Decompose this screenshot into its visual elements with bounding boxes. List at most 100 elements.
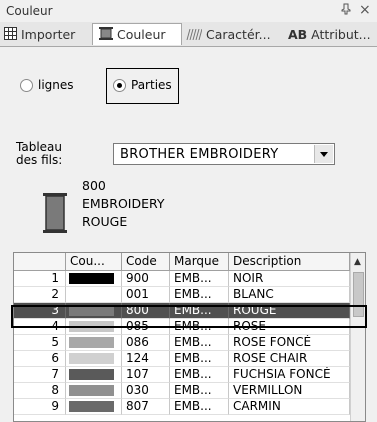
cell-color [66, 399, 122, 415]
panel-title: Couleur [6, 4, 53, 18]
thread-color-table[interactable]: Cou... Code Marque Description 1 900 EMB..… [13, 252, 366, 422]
cell-color [66, 319, 122, 335]
tab-couleur[interactable]: Couleur [92, 23, 182, 45]
table-row[interactable]: 2 001 EMB... BLANC [14, 287, 350, 303]
cell-index: 7 [14, 367, 66, 383]
table-row[interactable]: 4 085 EMB... ROSE [14, 319, 350, 335]
cell-code: 107 [122, 367, 170, 383]
cell-color [66, 367, 122, 383]
tab-caracteres[interactable]: Caractér... [186, 24, 280, 45]
table-row[interactable]: 9 807 EMB... CARMIN [14, 399, 350, 415]
tab-strip: Importer Couleur Caractér... AB Attribut… [0, 22, 377, 47]
pin-icon[interactable] [341, 3, 351, 18]
radio-lignes-dot[interactable] [20, 79, 33, 92]
cell-brand: EMB... [170, 287, 229, 303]
table-row[interactable]: 5 086 EMB... ROSE FONCÉ [14, 335, 350, 351]
radio-parties-dot[interactable] [113, 79, 126, 92]
cell-brand: EMB... [170, 399, 229, 415]
current-thread-name: ROUGE [82, 214, 128, 229]
current-thread-brand: EMBROIDERY [82, 196, 165, 211]
column-header-brand[interactable]: Marque [170, 253, 229, 271]
table-row[interactable]: 7 107 EMB... FUCHSIA FONCÉ [14, 367, 350, 383]
cell-brand: EMB... [170, 319, 229, 335]
cell-brand: EMB... [170, 383, 229, 399]
cell-description: BLANC [229, 287, 350, 303]
cell-index: 8 [14, 383, 66, 399]
cell-brand: EMB... [170, 271, 229, 287]
cell-brand: EMB... [170, 367, 229, 383]
cell-index: 9 [14, 399, 66, 415]
cell-description: CARMIN [229, 399, 350, 415]
cell-code: 807 [122, 399, 170, 415]
cell-color [66, 303, 122, 319]
close-icon[interactable]: × [359, 2, 371, 18]
cell-description: ROSE [229, 319, 350, 335]
cell-code: 800 [122, 303, 170, 319]
column-header-index[interactable] [14, 253, 66, 271]
color-swatch [69, 385, 114, 396]
cell-brand: EMB... [170, 335, 229, 351]
cell-color [66, 335, 122, 351]
cell-color [66, 383, 122, 399]
cell-description: FUCHSIA FONCÉ [229, 367, 350, 383]
cell-code: 085 [122, 319, 170, 335]
cell-color [66, 271, 122, 287]
radio-parties-label: Parties [131, 78, 172, 92]
chevron-up-icon[interactable]: ▲ [354, 257, 361, 267]
cell-index: 5 [14, 335, 66, 351]
cell-index: 4 [14, 319, 66, 335]
thread-table-label: Tableau des fils: [16, 140, 63, 167]
cell-brand: EMB... [170, 303, 229, 319]
pattern-icon [186, 25, 203, 45]
cell-color [66, 287, 122, 303]
cell-color [66, 351, 122, 367]
display-mode-radio-group: lignes Parties [13, 68, 179, 104]
cell-description: VERMILLON [229, 383, 350, 399]
tab-caracteres-label: Caractér... [206, 27, 271, 42]
panel-titlebar: Couleur × [0, 0, 377, 22]
cell-description: ROSE CHAIR [229, 351, 350, 367]
cell-description: ROSE FONCÉ [229, 335, 350, 351]
text-ab-icon: AB [288, 27, 308, 42]
cell-index: 3 [14, 303, 66, 319]
cell-code: 001 [122, 287, 170, 303]
column-header-color[interactable]: Cou... [66, 253, 122, 271]
tab-importer-label: Importer [21, 27, 76, 42]
color-swatch [69, 321, 114, 332]
radio-lignes-label: lignes [38, 78, 74, 92]
cell-code: 124 [122, 351, 170, 367]
chevron-down-icon[interactable] [314, 145, 333, 163]
color-swatch [69, 353, 114, 364]
cell-description: NOIR [229, 271, 350, 287]
tab-couleur-label: Couleur [117, 27, 166, 42]
cell-index: 6 [14, 351, 66, 367]
current-thread-number: 800 [82, 178, 106, 193]
tab-attributs-label: Attribut... [307, 27, 371, 42]
thread-table-value: BROTHER EMBROIDERY [120, 147, 279, 162]
color-swatch [69, 369, 114, 380]
cell-brand: EMB... [170, 351, 229, 367]
tab-importer[interactable]: Importer [4, 24, 88, 45]
thread-spool-icon [99, 25, 113, 45]
table-row[interactable]: 1 900 EMB... NOIR [14, 271, 350, 287]
color-swatch [69, 337, 114, 348]
cell-code: 030 [122, 383, 170, 399]
vertical-scrollbar[interactable]: ▲ [350, 253, 365, 421]
tab-attributs[interactable]: AB Attribut... [288, 24, 377, 45]
table-row[interactable]: 6 124 EMB... ROSE CHAIR [14, 351, 350, 367]
cell-index: 1 [14, 271, 66, 287]
scrollbar-thumb[interactable] [353, 272, 364, 317]
cell-code: 086 [122, 335, 170, 351]
thread-spool-icon [38, 193, 72, 233]
thread-table-select[interactable]: BROTHER EMBROIDERY [113, 143, 335, 165]
column-header-code[interactable]: Code [122, 253, 170, 271]
table-row[interactable]: 8 030 EMB... VERMILLON [14, 383, 350, 399]
color-swatch [69, 273, 114, 284]
table-row[interactable]: 3 800 EMB... ROUGE [14, 303, 350, 319]
import-table-icon [4, 25, 17, 45]
cell-description: ROUGE [229, 303, 350, 319]
color-swatch [69, 289, 114, 300]
color-swatch [69, 305, 114, 316]
column-header-description[interactable]: Description [229, 253, 350, 271]
cell-index: 2 [14, 287, 66, 303]
